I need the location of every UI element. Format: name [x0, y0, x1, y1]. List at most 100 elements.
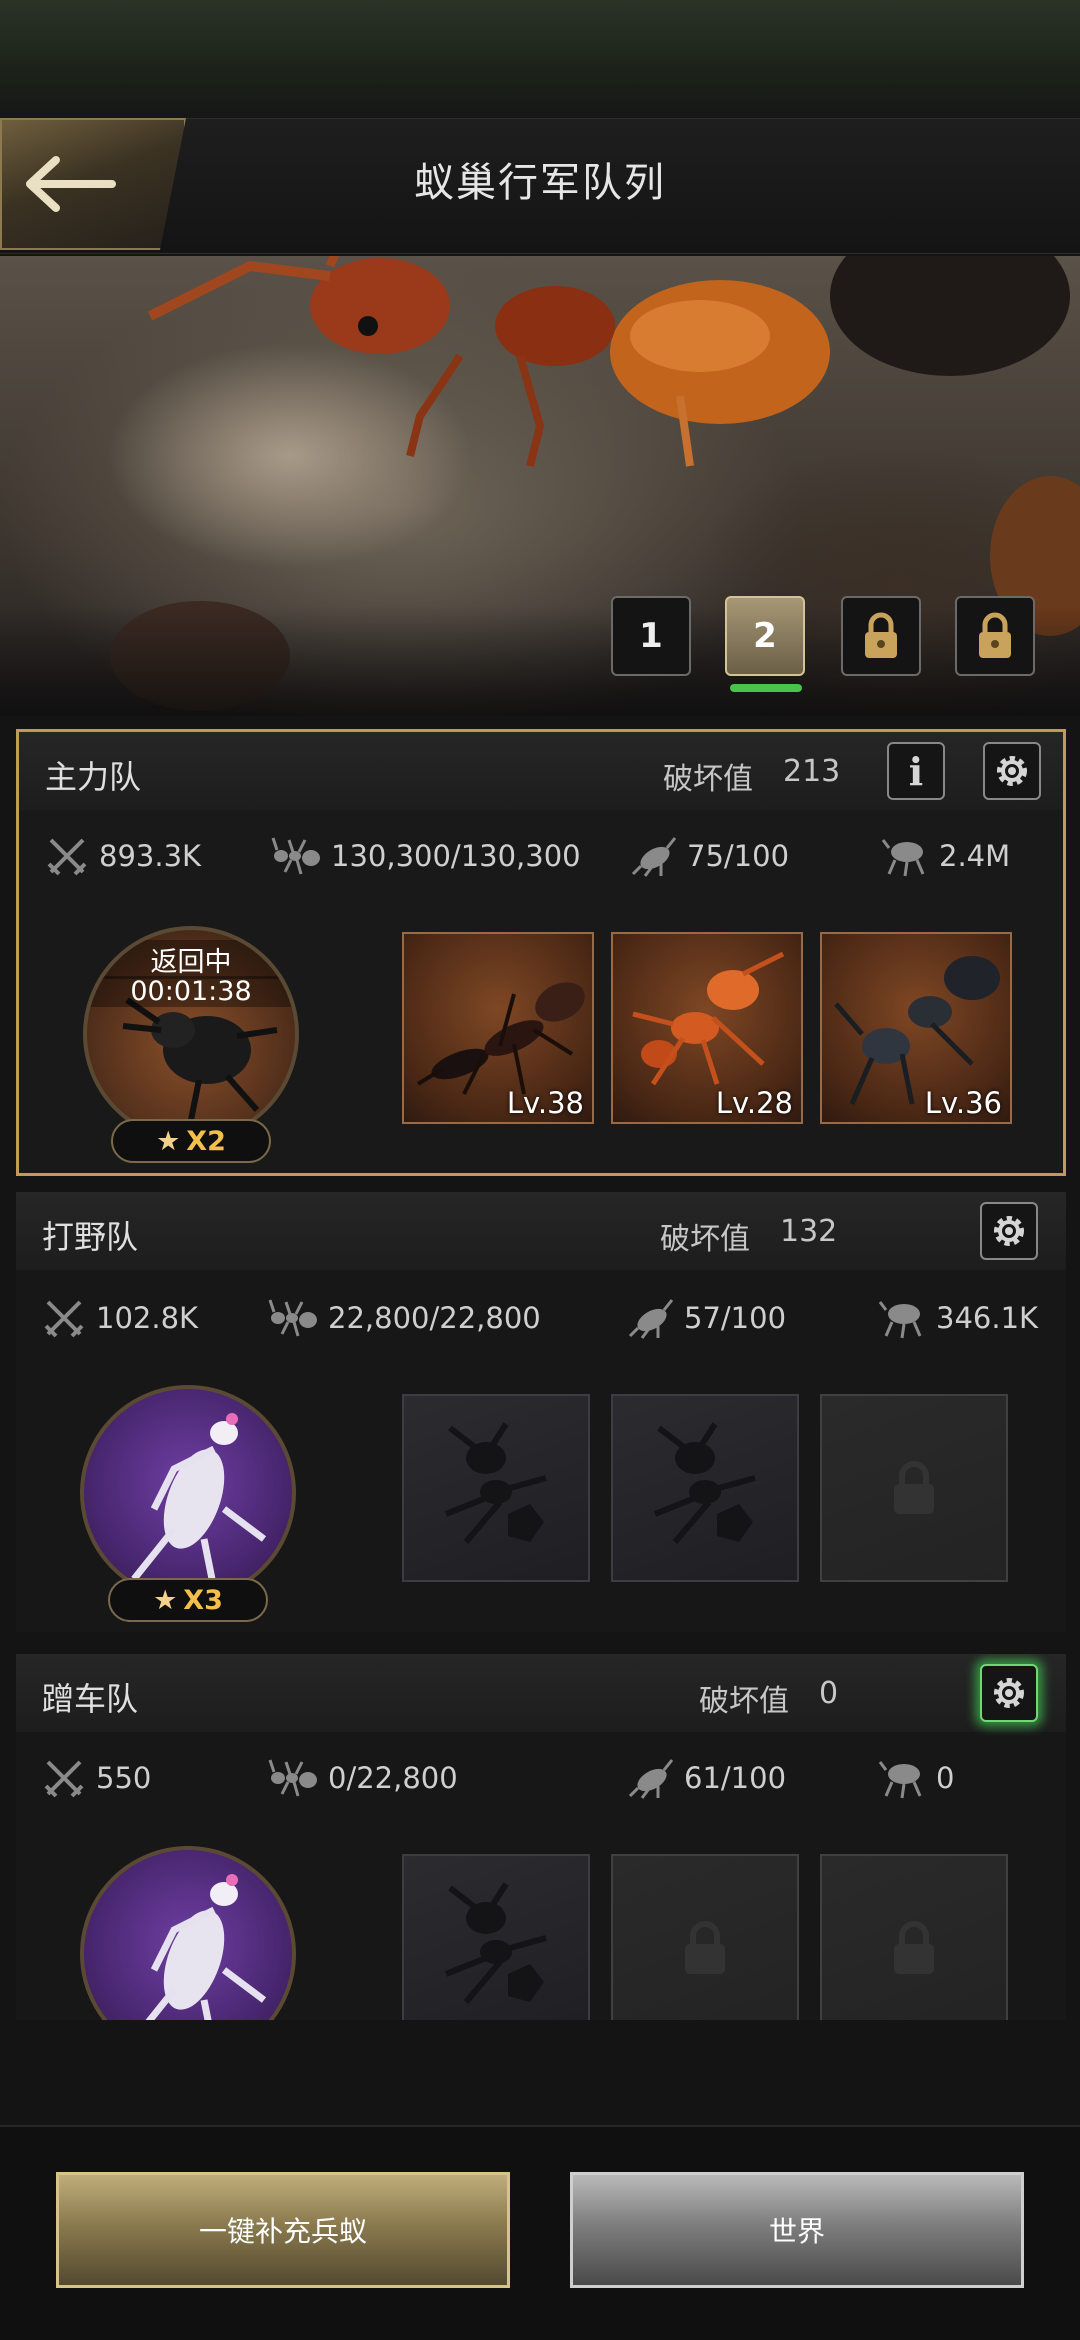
- load-stat: 57/100: [628, 1296, 786, 1340]
- star-count: X2: [186, 1125, 226, 1157]
- attack-value: 102.8K: [96, 1301, 199, 1335]
- unit-card[interactable]: Lv.38: [402, 932, 594, 1124]
- leader-avatar[interactable]: 返回中 00:01:38: [83, 926, 299, 1142]
- squad-jungle-card[interactable]: 打野队 破坏值 132 102.8K 22,800/22,800 57/100 …: [16, 1192, 1066, 1632]
- power-value: 0: [936, 1761, 955, 1795]
- power-bug-icon: [878, 1301, 922, 1339]
- squad-header: 蹭车队 破坏值 0: [16, 1654, 1066, 1732]
- page-tab-2[interactable]: 2: [725, 596, 805, 676]
- empty-unit-slot[interactable]: [611, 1394, 799, 1582]
- cockroach-icon: [628, 1759, 674, 1799]
- star-icon: ★: [153, 1584, 178, 1616]
- attack-stat: 893.3K: [45, 834, 201, 878]
- power-value: 2.4M: [939, 839, 1011, 873]
- power-stat: 0: [878, 1756, 954, 1800]
- page-tab-locked-3[interactable]: [841, 596, 921, 676]
- load-value: 61/100: [684, 1761, 787, 1795]
- crossed-swords-icon: [47, 838, 87, 876]
- squad-ride-card[interactable]: 蹭车队 破坏值 0 550 0/22,800 61/100 0: [16, 1654, 1066, 2020]
- leader-star-badge: ★ X2: [111, 1119, 271, 1163]
- ant-icon: [268, 1759, 317, 1797]
- squad-header: 主力队 破坏值 213 i: [19, 732, 1063, 810]
- squad-name: 蹭车队: [42, 1680, 139, 1718]
- unit-card[interactable]: Lv.36: [820, 932, 1012, 1124]
- page-tab-locked-4[interactable]: [955, 596, 1035, 676]
- orchid-mantis-illustration: [145, 1874, 267, 2020]
- squad-stats: 550 0/22,800 61/100 0: [16, 1744, 1066, 1804]
- cockroach-icon: [628, 1299, 674, 1339]
- orchid-mantis-illustration: [131, 1413, 267, 1590]
- leader-star-badge: ★ X3: [108, 1578, 268, 1622]
- squad-stats: 893.3K 130,300/130,300 75/100 2.4M: [19, 822, 1063, 882]
- empty-unit-slot[interactable]: [402, 1854, 590, 2020]
- power-value: 346.1K: [936, 1301, 1039, 1335]
- settings-button[interactable]: [980, 1664, 1038, 1722]
- damage-value: 132: [780, 1214, 838, 1249]
- leader-avatar[interactable]: [80, 1385, 296, 1601]
- load-value: 57/100: [684, 1301, 787, 1335]
- info-icon: i: [908, 748, 924, 794]
- unit-card[interactable]: Lv.28: [611, 932, 803, 1124]
- unit-level: Lv.38: [506, 1086, 584, 1120]
- power-bug-icon: [881, 839, 925, 877]
- world-button[interactable]: 世界: [570, 2172, 1024, 2288]
- star-icon: ★: [156, 1125, 181, 1157]
- unit-level: Lv.36: [924, 1086, 1002, 1120]
- refill-troops-button[interactable]: 一键补充兵蚁: [56, 2172, 510, 2288]
- crossed-swords-icon: [44, 1760, 84, 1798]
- troops-stat: 0/22,800: [268, 1756, 458, 1800]
- leader-status: 返回中: [87, 940, 295, 979]
- lock-icon: [865, 612, 897, 658]
- squad-header: 打野队 破坏值 132: [16, 1192, 1066, 1270]
- lock-icon: [894, 1461, 934, 1514]
- load-value: 75/100: [687, 839, 790, 873]
- attack-value: 550: [96, 1761, 152, 1795]
- damage-value: 213: [783, 754, 841, 789]
- troops-value: 22,800/22,800: [328, 1301, 541, 1335]
- ant-icon: [268, 1299, 317, 1337]
- ant-silhouette-icon: [444, 1422, 547, 1544]
- squad-main-card[interactable]: 主力队 破坏值 213 i 893.3K 130,300/130,300 75/…: [16, 729, 1066, 1176]
- troops-value: 130,300/130,300: [331, 839, 581, 873]
- cockroach-icon: [631, 837, 677, 877]
- settings-button[interactable]: [983, 742, 1041, 800]
- top-background: [0, 0, 1080, 120]
- locked-unit-slot[interactable]: [820, 1394, 1008, 1582]
- crossed-swords-icon: [44, 1300, 84, 1338]
- damage-label: 破坏值: [699, 1684, 789, 1719]
- power-stat: 346.1K: [878, 1296, 1038, 1340]
- troops-value: 0/22,800: [328, 1761, 458, 1795]
- squad-name: 主力队: [45, 758, 142, 796]
- squad-stats: 102.8K 22,800/22,800 57/100 346.1K: [16, 1282, 1066, 1342]
- empty-unit-slot[interactable]: [402, 1394, 590, 1582]
- power-bug-icon: [878, 1761, 922, 1799]
- ant-silhouette-icon: [444, 1882, 547, 2004]
- power-stat: 2.4M: [881, 834, 1010, 878]
- page-title: 蚁巢行军队列: [414, 160, 666, 206]
- attack-stat: 550: [42, 1756, 151, 1800]
- page-indicator: [730, 684, 802, 692]
- info-button[interactable]: i: [887, 742, 945, 800]
- leader-timer: 00:01:38: [87, 976, 295, 1007]
- settings-button[interactable]: [980, 1202, 1038, 1260]
- attack-value: 893.3K: [99, 839, 202, 873]
- damage-label: 破坏值: [663, 762, 753, 797]
- gear-icon: [994, 1216, 1024, 1246]
- load-stat: 61/100: [628, 1756, 786, 1800]
- ant-silhouette-icon: [653, 1422, 756, 1544]
- ant-icon: [271, 837, 320, 875]
- locked-unit-slot[interactable]: [611, 1854, 799, 2020]
- damage-value: 0: [819, 1676, 839, 1711]
- page-tab-1[interactable]: 1: [611, 596, 691, 676]
- leader-avatar[interactable]: [80, 1846, 296, 2020]
- squad-name: 打野队: [42, 1218, 139, 1256]
- gear-icon: [997, 756, 1027, 786]
- star-count: X3: [183, 1584, 223, 1616]
- attack-stat: 102.8K: [42, 1296, 198, 1340]
- locked-unit-slot[interactable]: [820, 1854, 1008, 2020]
- lock-icon: [979, 612, 1011, 658]
- lock-icon: [685, 1921, 725, 1974]
- damage-label: 破坏值: [660, 1222, 750, 1257]
- troops-stat: 130,300/130,300: [271, 834, 581, 878]
- gear-icon: [994, 1678, 1024, 1708]
